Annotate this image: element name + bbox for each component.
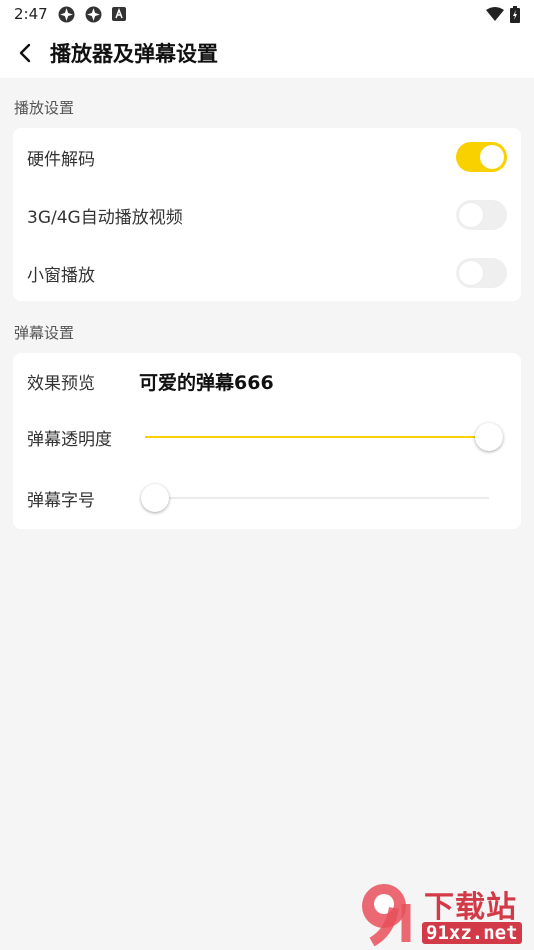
danmaku-preview-text: 可爱的弹幕666 [139,371,274,394]
mini-window-toggle[interactable] [456,258,507,288]
battery-icon [510,5,520,23]
watermark-title: 下载站 [424,890,517,925]
font-size-label: 弹幕字号 [27,490,95,511]
preview-row: 效果预览 可爱的弹幕666 [13,361,521,401]
playback-section-label: 播放设置 [14,99,75,117]
mini-window-label: 小窗播放 [27,265,95,286]
preview-label: 效果预览 [27,373,95,394]
header: 播放器及弹幕设置 [0,28,534,78]
slider-thumb[interactable] [141,484,169,512]
mobile-autoplay-toggle[interactable] [456,200,507,230]
hardware-decode-toggle[interactable] [456,142,507,172]
mobile-autoplay-row[interactable]: 3G/4G自动播放视频 [13,195,521,235]
font-size-slider[interactable] [141,483,489,513]
status-time: 2:47 [14,5,48,23]
app-a-icon [111,7,126,21]
toggle-knob [459,261,483,285]
status-left: 2:47 [14,5,126,23]
mini-window-row[interactable]: 小窗播放 [13,253,521,293]
status-bar: 2:47 [0,0,534,28]
slider-fill [145,436,489,438]
back-button[interactable] [0,28,50,78]
wifi-icon [486,7,504,21]
playback-settings-card: 硬件解码 3G/4G自动播放视频 小窗播放 [13,128,521,301]
app-notification-icon-2 [85,6,102,23]
watermark-domain: 91xz.net [422,922,522,944]
slider-thumb[interactable] [475,423,503,451]
status-right [486,5,520,23]
page-title: 播放器及弹幕设置 [50,42,218,66]
slider-track [155,497,489,499]
hardware-decode-row[interactable]: 硬件解码 [13,137,521,177]
toggle-knob [480,145,504,169]
app-notification-icon [58,6,75,23]
watermark-logo: 下载站 91xz.net [360,882,530,948]
opacity-label: 弹幕透明度 [27,429,112,450]
toggle-knob [459,203,483,227]
hardware-decode-label: 硬件解码 [27,149,95,170]
opacity-slider[interactable] [145,422,503,452]
danmaku-settings-card: 效果预览 可爱的弹幕666 弹幕透明度 弹幕字号 [13,353,521,529]
chevron-left-icon [19,43,31,63]
danmaku-section-label: 弹幕设置 [14,324,75,342]
mobile-autoplay-label: 3G/4G自动播放视频 [27,207,183,228]
